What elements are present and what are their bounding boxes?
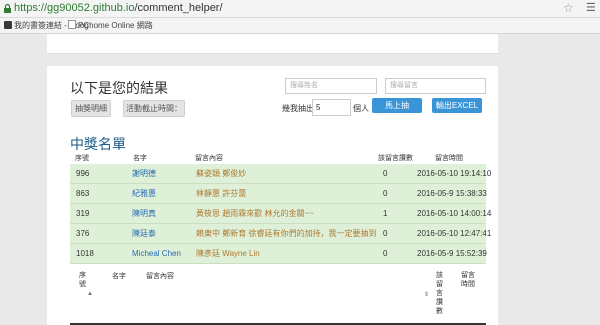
- cell-time: 2016-05-10 12:47:41: [417, 229, 492, 238]
- cell-count: 1: [383, 209, 388, 218]
- results-title: 以下是您的結果: [70, 80, 168, 96]
- cell-content: 蘇姿穎 鄭俊妙: [196, 169, 247, 178]
- cell-content: 林靜惠 許芬蕾: [196, 189, 247, 198]
- cell-name[interactable]: 紀雅惠: [132, 184, 156, 203]
- comments-table-header: 序號 ▲ 名字 留言內容 ⇕ 該留言讚數 留言時間: [70, 271, 486, 323]
- bookmark-item[interactable]: PChome Online 網路: [68, 20, 153, 31]
- draw-count-label: 幾我抽出: [282, 104, 314, 113]
- cell-name[interactable]: 謝明德: [132, 164, 156, 183]
- table-row: 1018 Micheal Chen 陳彥廷 Wayne Lin 0 2016-0…: [70, 244, 487, 264]
- cell-name[interactable]: 陳廷泰: [132, 224, 156, 243]
- cell-no: 319: [76, 209, 90, 218]
- cell-no: 863: [76, 189, 90, 198]
- star-icon[interactable]: ☆: [563, 2, 574, 15]
- header-content[interactable]: 留言內容: [195, 153, 223, 163]
- bookmark-icon: [4, 21, 12, 29]
- url-text[interactable]: https://gg90052.github.io/comment_helper…: [14, 2, 223, 15]
- cell-count: 0: [383, 249, 388, 258]
- cell-time: 2016-05-10 14:00:14: [417, 209, 492, 218]
- lock-icon: [4, 3, 11, 13]
- header-time[interactable]: 留言時間: [435, 153, 463, 163]
- comments-header-time[interactable]: 留言時間: [461, 271, 477, 289]
- table-row: 863 紀雅惠 林靜惠 許芬蕾 0 2016-05-9 15:38:33: [70, 184, 487, 204]
- cell-content: 賴東中 鄭新育 徐睿廷有你們的加持，我一定要抽到: [196, 229, 377, 238]
- cell-no: 996: [76, 169, 90, 178]
- cell-name[interactable]: 陳明真: [132, 204, 156, 223]
- comments-header-content[interactable]: 留言內容: [146, 271, 174, 281]
- cell-content: 陳彥廷 Wayne Lin: [196, 249, 260, 258]
- comments-header-no[interactable]: 序號: [79, 271, 89, 289]
- sort-icon[interactable]: ⇕: [424, 291, 429, 298]
- table-row: 996 謝明德 蘇姿穎 鄭俊妙 0 2016-05-10 19:14:10: [70, 164, 491, 184]
- header-no[interactable]: 序號: [75, 153, 89, 163]
- cell-no: 376: [76, 229, 90, 238]
- deadline-button[interactable]: 活動截止時間：: [123, 100, 185, 117]
- cell-count: 0: [383, 169, 388, 178]
- address-bar[interactable]: https://gg90052.github.io/comment_helper…: [0, 0, 600, 18]
- cell-time: 2016-05-10 19:14:10: [417, 169, 492, 178]
- cell-no: 1018: [76, 249, 94, 258]
- menu-icon[interactable]: ☰: [586, 2, 596, 15]
- search-comment-input[interactable]: 搜尋留言: [385, 78, 486, 94]
- terms-button[interactable]: 抽獎明細: [71, 100, 111, 117]
- cell-name[interactable]: Micheal Chen: [132, 244, 181, 263]
- search-name-input[interactable]: 搜尋姓名: [285, 78, 377, 94]
- winners-table-header: 序號 名字 留言內容 該留言讚數 留言時間: [70, 150, 486, 164]
- draw-count-input[interactable]: 5: [312, 99, 351, 116]
- cell-time: 2016-05-9 15:38:33: [417, 189, 487, 198]
- draw-button[interactable]: 馬上抽: [372, 98, 422, 113]
- cell-count: 0: [383, 189, 388, 198]
- comments-header-name[interactable]: 名字: [112, 271, 126, 281]
- cell-content: 黃筱恩 趙雨霖來歡 林允的金關~~: [196, 209, 314, 218]
- url-path: /comment_helper/: [134, 2, 223, 14]
- header-count[interactable]: 該留言讚數: [378, 153, 413, 163]
- winners-table-body: 996 謝明德 蘇姿穎 鄭俊妙 0 2016-05-10 19:14:10 86…: [70, 164, 491, 264]
- cell-count: 0: [383, 229, 388, 238]
- page-icon: [68, 20, 76, 29]
- comments-header-count[interactable]: 該留言讚數: [436, 271, 444, 316]
- sort-asc-icon[interactable]: ▲: [87, 291, 93, 297]
- header-name[interactable]: 名字: [133, 153, 147, 163]
- export-excel-button[interactable]: 輸出EXCEL: [432, 98, 482, 113]
- table-row: 376 陳廷泰 賴東中 鄭新育 徐睿廷有你們的加持，我一定要抽到 0 2016-…: [70, 224, 491, 244]
- url-host: https://gg90052.github.io: [14, 2, 135, 14]
- results-card: 以下是您的結果 抽獎明細 活動截止時間： 搜尋姓名 搜尋留言 幾我抽出 5 個人…: [47, 66, 498, 325]
- table-row: 319 陳明真 黃筱恩 趙雨霖來歡 林允的金關~~ 1 2016-05-10 1…: [70, 204, 491, 224]
- top-card: [47, 34, 498, 54]
- draw-unit-label: 個人: [353, 104, 369, 113]
- bookmarks-bar: 我的書簽連結 - Goog PChome Online 網路: [0, 18, 600, 34]
- bookmark-label: PChome Online 網路: [78, 21, 153, 30]
- cell-time: 2016-05-9 15:52:39: [417, 249, 487, 258]
